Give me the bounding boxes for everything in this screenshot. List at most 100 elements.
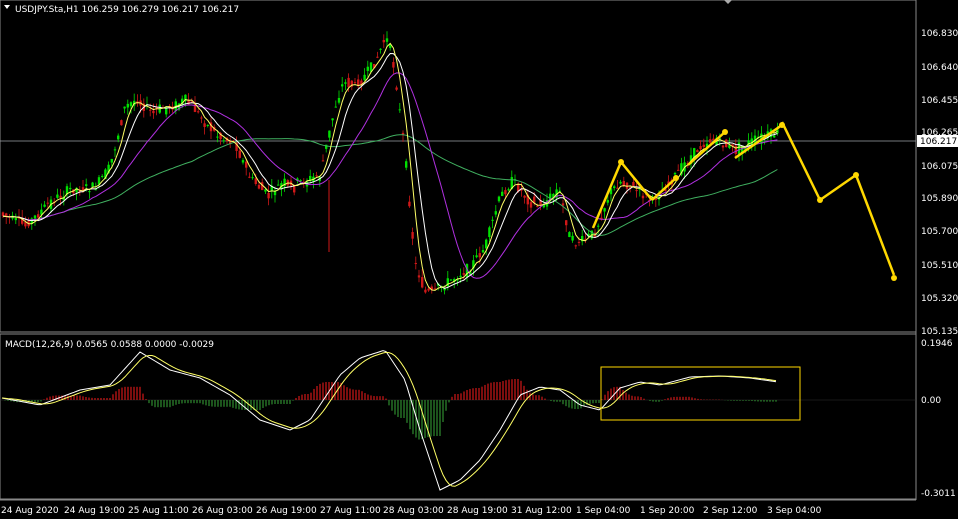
candle-body (606, 200, 609, 203)
time-tick: 28 Aug 03:00 (383, 506, 444, 516)
price-tick: 105.510 (921, 261, 958, 271)
candle-body (216, 136, 219, 138)
candle-body (69, 187, 72, 190)
candle-body (427, 288, 430, 291)
candle-body (481, 250, 485, 253)
time-tick: 24 Aug 19:00 (64, 506, 125, 516)
candle-body (46, 202, 49, 204)
candle-body (91, 182, 94, 187)
candle-body (245, 161, 248, 168)
candle-body (382, 39, 385, 43)
arrow-head-icon (618, 159, 624, 165)
candle-body (334, 106, 337, 108)
chart-window[interactable]: USDJPY.Sta,H1 106.259 106.279 106.217 10… (0, 0, 958, 519)
arrow-head-icon (853, 172, 859, 178)
candle-body (417, 275, 421, 278)
candle-body (485, 239, 488, 249)
candle-body (363, 74, 366, 81)
candle-body (696, 150, 699, 153)
symbol-header: USDJPY.Sta,H1 106.259 106.279 106.217 10… (15, 5, 239, 15)
candle-body (654, 198, 657, 200)
candle-body (577, 241, 581, 243)
candle-body (414, 263, 417, 265)
candle-body (529, 202, 533, 208)
time-tick: 28 Aug 19:00 (447, 506, 508, 516)
candle-body (197, 111, 200, 113)
candle-body (222, 140, 225, 142)
price-tick: 105.135 (921, 327, 958, 337)
candle-body (33, 215, 37, 219)
candle-body (273, 191, 277, 196)
candle-body (353, 82, 357, 84)
candle-body (709, 139, 712, 143)
candle-body (43, 204, 46, 207)
macd-pane[interactable] (0, 333, 917, 500)
candle-body (110, 158, 113, 163)
candle-body (315, 175, 318, 177)
arrow-head-icon (673, 175, 679, 181)
candle-body (251, 177, 254, 179)
time-axis: 24 Aug 2020 24 Aug 19:00 25 Aug 11:00 26… (1, 506, 822, 516)
candle-body (366, 66, 369, 71)
candle-body (571, 235, 574, 241)
current-price-label: 106.217 (920, 137, 957, 147)
candle-body (347, 77, 350, 88)
candle-body (721, 145, 725, 148)
candle-body (113, 149, 117, 151)
time-tick: 31 Aug 12:00 (511, 506, 572, 516)
macd-header: MACD(12,26,9) 0.0565 0.0588 0.0000 -0.00… (5, 340, 214, 350)
candle-body (622, 180, 625, 186)
candle-body (88, 191, 91, 193)
candle-body (673, 172, 677, 175)
time-tick: 2 Sep 12:00 (703, 506, 758, 516)
candle-body (117, 135, 120, 140)
time-tick: 24 Aug 2020 (1, 506, 59, 516)
candle-body (203, 123, 206, 127)
candle-body (568, 232, 571, 238)
time-tick: 1 Sep 20:00 (640, 506, 695, 516)
candle-body (734, 145, 737, 154)
candle-body (385, 38, 389, 42)
candle-body (635, 190, 638, 192)
candle-body (248, 176, 251, 178)
candle-body (459, 275, 462, 278)
candle-body (37, 214, 40, 218)
candle-body (257, 184, 261, 189)
candle-body (277, 184, 280, 186)
candle-body (619, 181, 622, 184)
candle-body (56, 194, 59, 198)
candle-body (264, 189, 267, 192)
candle-body (699, 146, 702, 150)
candle-body (331, 118, 334, 121)
candle-body (507, 189, 510, 191)
candle-body (59, 195, 62, 198)
candle-body (632, 181, 635, 187)
candle-body (475, 255, 478, 258)
arrow-head-icon (722, 129, 728, 135)
candle-body (536, 206, 539, 208)
candle-body (376, 56, 379, 58)
candle-body (341, 84, 344, 87)
arrow-head-icon (891, 275, 897, 281)
candle-body (321, 160, 325, 162)
time-tick: 1 Sep 04:00 (576, 506, 631, 516)
candle-body (392, 62, 395, 68)
candle-body (641, 195, 645, 199)
candle-body (337, 97, 341, 103)
candle-body (712, 138, 715, 141)
candle-body (395, 87, 398, 90)
time-tick: 27 Aug 11:00 (320, 506, 381, 516)
candle-body (126, 103, 129, 108)
macd-tick: -0.3011 (921, 489, 956, 499)
price-tick: 106.075 (921, 162, 958, 172)
price-tick: 105.700 (921, 227, 958, 237)
price-axis: 106.830 106.640 106.455 106.265 106.075 … (921, 29, 958, 337)
candle-body (129, 102, 133, 107)
candle-body (328, 130, 331, 138)
candle-body (613, 186, 616, 189)
candle-body (408, 201, 411, 207)
candle-body (101, 175, 104, 177)
candle-body (123, 106, 126, 109)
candle-body (494, 211, 497, 215)
candle-body (523, 195, 526, 198)
